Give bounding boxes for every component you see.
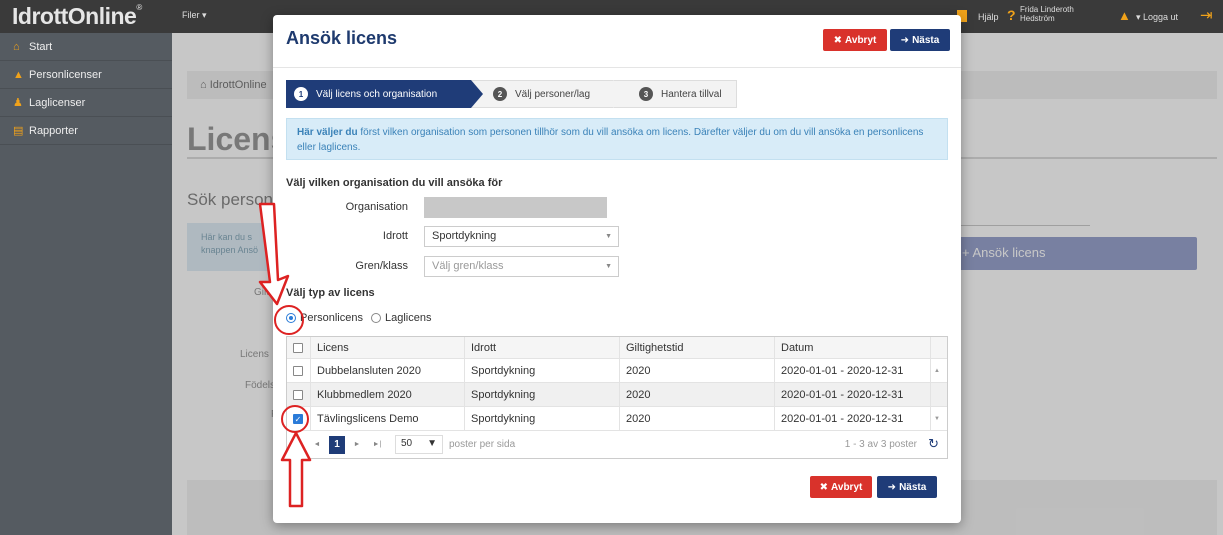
step-1[interactable]: 1 Välj licens och organisation bbox=[286, 80, 483, 108]
scroll-down-icon[interactable]: ▼ bbox=[931, 407, 947, 430]
user-icon: ▲ bbox=[13, 68, 24, 81]
cancel-button-bottom[interactable]: ✖ Avbryt bbox=[810, 476, 872, 498]
users-icon: ♟ bbox=[13, 97, 23, 109]
row-checkbox[interactable] bbox=[293, 389, 303, 400]
radio-laglicens[interactable] bbox=[370, 313, 381, 323]
sidebar-item-personlicenser[interactable]: ▲ Personlicenser bbox=[0, 61, 172, 89]
sidebar: ⌂ Start ▲ Personlicenser ♟ Laglicenser ▤ Rap… bbox=[0, 33, 172, 535]
org-section-heading: Välj vilken organisation du vill ansöka … bbox=[286, 177, 503, 189]
arrow-right-icon: ➜ bbox=[887, 481, 897, 493]
chart-icon: ▤ bbox=[13, 125, 24, 137]
pager: ◄ 1 ► ►| 50 ▼ poster per sida 1 - 3 av 3 … bbox=[287, 431, 947, 458]
organisation-field[interactable] bbox=[424, 197, 607, 218]
home-icon: ⌂ bbox=[13, 40, 20, 53]
next-page-icon[interactable]: ► bbox=[349, 436, 365, 454]
class-label: Gren/klass bbox=[355, 260, 408, 272]
step-2[interactable]: 2 Välj personer/lag bbox=[471, 80, 625, 108]
wizard-steps: 1 Välj licens och organisation 2 Välj pers… bbox=[286, 80, 737, 108]
question-icon[interactable]: ? bbox=[1007, 7, 1016, 23]
close-icon: ✖ bbox=[819, 481, 829, 493]
table-row[interactable]: Dubbelansluten 2020 Sportdykning 2020 20… bbox=[287, 359, 947, 383]
page-info: 1 - 3 av 3 poster bbox=[844, 439, 917, 450]
sidebar-item-start[interactable]: ⌂ Start bbox=[0, 33, 172, 61]
scroll-up-icon[interactable]: ▲ bbox=[931, 359, 947, 382]
info-message: Här väljer du först vilken organisation … bbox=[286, 118, 948, 160]
annotation-arrow-up bbox=[280, 431, 312, 508]
license-type-radios: Personlicens Laglicens bbox=[286, 312, 431, 324]
organisation-label: Organisation bbox=[345, 201, 408, 213]
sport-label: Idrott bbox=[382, 230, 408, 242]
class-select[interactable]: Välj gren/klass ▼ bbox=[424, 256, 619, 277]
step-3[interactable]: 3 Hantera tillval bbox=[613, 80, 737, 108]
chevron-down-icon: ▼ bbox=[605, 263, 612, 270]
page-current[interactable]: 1 bbox=[329, 435, 345, 454]
sidebar-item-rapporter[interactable]: ▤ Rapporter bbox=[0, 117, 172, 145]
files-menu[interactable]: Filer ▾ bbox=[182, 10, 207, 21]
next-button-top[interactable]: ➜ Nästa bbox=[890, 29, 950, 51]
next-button-bottom[interactable]: ➜ Nästa bbox=[877, 476, 937, 498]
page-size-select[interactable]: 50 ▼ bbox=[395, 435, 443, 454]
annotation-arrow-down bbox=[258, 202, 290, 306]
app-logo[interactable]: IdrottOnline® bbox=[12, 3, 142, 30]
user-menu-icon[interactable]: ▲ bbox=[1118, 8, 1131, 23]
close-icon: ✖ bbox=[833, 34, 843, 46]
col-licens[interactable]: Licens bbox=[311, 337, 465, 358]
annotation-circle-checkbox bbox=[281, 405, 309, 433]
row-checkbox[interactable] bbox=[293, 365, 303, 376]
chevron-down-icon: ▼ bbox=[427, 438, 437, 449]
col-idrott[interactable]: Idrott bbox=[465, 337, 620, 358]
col-datum[interactable]: Datum bbox=[775, 337, 931, 358]
license-grid: Licens Idrott Giltighetstid Datum Dubbel… bbox=[286, 336, 948, 459]
sidebar-item-laglicenser[interactable]: ♟ Laglicenser bbox=[0, 89, 172, 117]
sport-select[interactable]: Sportdykning ▼ bbox=[424, 226, 619, 247]
last-page-icon[interactable]: ►| bbox=[369, 436, 385, 454]
arrow-right-icon: ➜ bbox=[900, 34, 910, 46]
header-divider bbox=[273, 67, 961, 68]
apply-license-dialog: Ansök licens ✖ Avbryt ➜ Nästa 1 Välj licens… bbox=[273, 15, 961, 523]
col-giltighetstid[interactable]: Giltighetstid bbox=[620, 337, 775, 358]
refresh-icon[interactable]: ↻ bbox=[928, 436, 939, 452]
chevron-down-icon: ▼ bbox=[605, 233, 612, 240]
select-all-checkbox[interactable] bbox=[293, 342, 303, 353]
cancel-button-top[interactable]: ✖ Avbryt bbox=[823, 29, 887, 51]
grid-header: Licens Idrott Giltighetstid Datum bbox=[287, 337, 947, 359]
type-heading: Välj typ av licens bbox=[286, 287, 375, 299]
logout-icon[interactable]: ⇥ bbox=[1200, 6, 1213, 24]
table-row[interactable]: Klubbmedlem 2020 Sportdykning 2020 2020-… bbox=[287, 383, 947, 407]
dialog-title: Ansök licens bbox=[286, 28, 398, 48]
table-row[interactable]: ✓ Tävlingslicens Demo Sportdykning 2020 … bbox=[287, 407, 947, 431]
